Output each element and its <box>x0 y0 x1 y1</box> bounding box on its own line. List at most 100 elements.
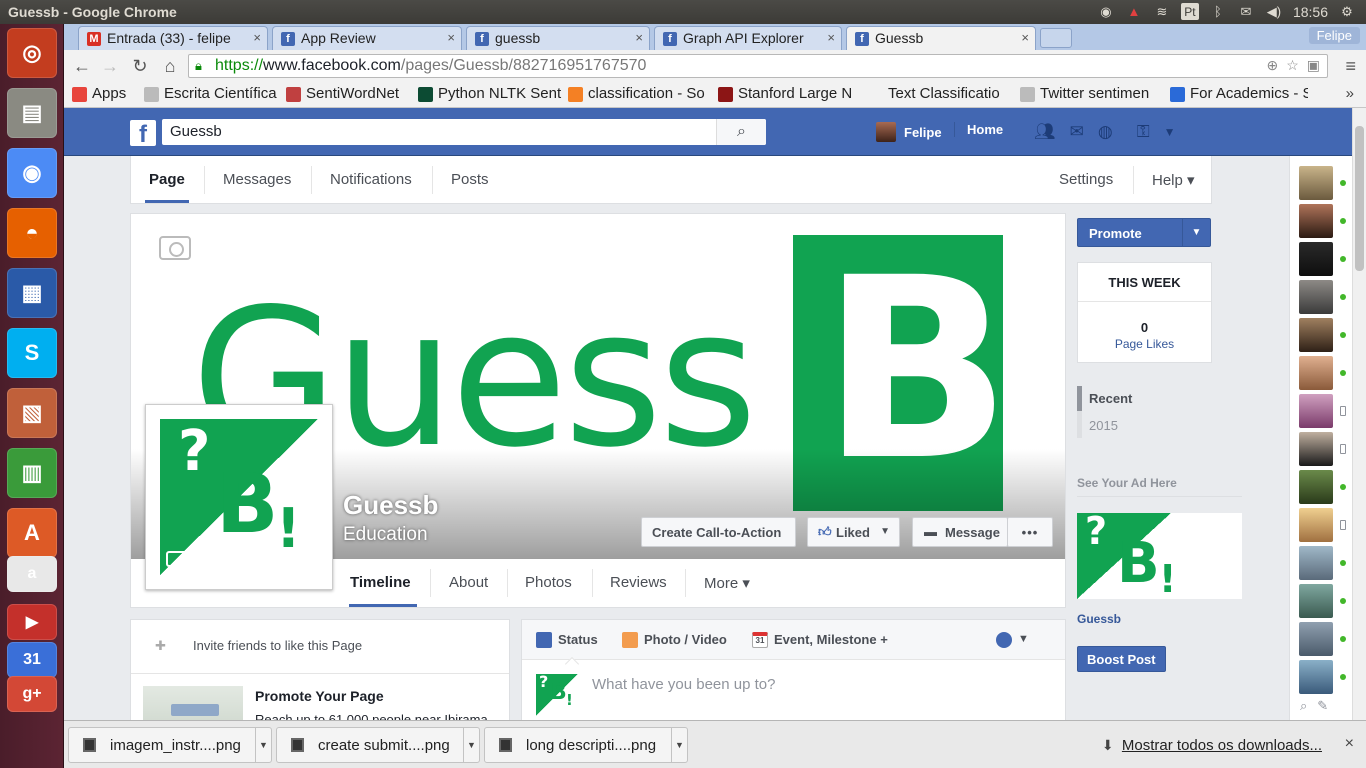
tab-app-review[interactable]: f App Review × <box>272 26 462 50</box>
ad-page-name[interactable]: Guessb <box>1077 612 1121 626</box>
close-tab-icon[interactable]: × <box>827 30 835 45</box>
new-tab-button[interactable] <box>1040 28 1072 48</box>
files-icon[interactable]: ▤ <box>7 88 57 138</box>
chrome-tray-icon[interactable]: ◉ <box>1097 3 1115 20</box>
download-item[interactable]: create submit....png ▼ <box>276 727 480 763</box>
boost-post-button[interactable]: Boost Post <box>1077 646 1166 672</box>
software-center-icon[interactable]: A <box>7 508 57 558</box>
page-title[interactable]: Guessb <box>343 490 438 521</box>
star-icon[interactable]: ☆ <box>1286 57 1299 74</box>
messages-icon[interactable]: ✉ <box>1070 122 1084 142</box>
tab-guessb[interactable]: f Guessb × <box>846 26 1036 50</box>
tab-more[interactable]: More ▾ <box>704 574 750 592</box>
address-bar[interactable]: 🔒︎ https://www.facebook.com/pages/Guessb… <box>188 54 1328 78</box>
chat-contact-avatar[interactable] <box>1299 470 1333 504</box>
bookmarks-overflow-icon[interactable]: » <box>1346 85 1354 102</box>
scrollbar-thumb[interactable] <box>1355 126 1364 271</box>
bookmark-item[interactable]: classification - So <box>568 85 710 102</box>
status-input[interactable]: What have you been up to? <box>592 676 775 693</box>
youtube-icon[interactable]: ▶ <box>7 604 57 640</box>
bookmark-item[interactable]: Python NLTK Sent <box>418 85 562 102</box>
user-profile-link[interactable]: Felipe <box>876 122 942 142</box>
chat-contact-avatar[interactable] <box>1299 318 1333 352</box>
promote-button[interactable]: Promote ▼ <box>1077 218 1211 247</box>
create-call-to-action-button[interactable]: Create Call-to-Action <box>641 517 796 547</box>
tab-reviews[interactable]: Reviews <box>610 574 667 591</box>
help-menu[interactable]: Help ▾ <box>1152 171 1195 189</box>
search-input[interactable]: Guessb <box>162 119 766 145</box>
chevron-down-icon[interactable]: ▼ <box>671 728 687 762</box>
notifications-globe-icon[interactable]: ◍ <box>1098 122 1113 142</box>
firefox-icon[interactable]: ◓ <box>7 208 57 258</box>
volume-icon[interactable]: ◀) <box>1265 3 1283 20</box>
message-button[interactable]: ▬ Message <box>912 517 1008 547</box>
tab-page[interactable]: Page <box>149 171 185 188</box>
page-scrollbar[interactable] <box>1352 108 1366 720</box>
page-category[interactable]: Education <box>343 524 428 546</box>
chevron-down-icon[interactable]: ▼ <box>463 728 479 762</box>
audience-globe-icon[interactable] <box>996 632 1012 648</box>
chevron-down-icon[interactable]: ▼ <box>1182 219 1210 246</box>
ad-preview-image[interactable]: ? B ! <box>1077 513 1242 599</box>
close-tab-icon[interactable]: × <box>253 30 261 45</box>
close-tab-icon[interactable]: × <box>1021 30 1029 45</box>
mail-icon[interactable]: ✉ <box>1237 3 1255 20</box>
chat-contact-avatar[interactable] <box>1299 622 1333 656</box>
tab-messages[interactable]: Messages <box>223 171 291 188</box>
tab-status[interactable]: Status <box>536 632 598 648</box>
reload-icon[interactable]: ↻ <box>130 56 150 76</box>
bookmark-item[interactable]: Twitter sentimen <box>1020 85 1160 102</box>
profile-button[interactable]: Felipe <box>1308 27 1360 44</box>
tab-photo-video[interactable]: Photo / Video <box>622 632 727 648</box>
chat-contact-avatar[interactable] <box>1299 394 1333 428</box>
clock[interactable]: 18:56 <box>1293 4 1328 20</box>
chrome-icon[interactable]: ◉ <box>7 148 57 198</box>
tab-photos[interactable]: Photos <box>525 574 572 591</box>
tab-guessb[interactable]: f guessb × <box>466 26 650 50</box>
download-item[interactable]: long descripti....png ▼ <box>484 727 688 763</box>
chat-contact-avatar[interactable] <box>1299 242 1333 276</box>
chat-contact-avatar[interactable] <box>1299 546 1333 580</box>
bookmark-item[interactable]: SentiWordNet <box>286 85 412 102</box>
chat-contact-avatar[interactable] <box>1299 660 1333 694</box>
tab-entrada-33-felipe[interactable]: M Entrada (33) - felipe × <box>78 26 268 50</box>
calc-icon[interactable]: ▥ <box>7 448 57 498</box>
chat-contact-avatar[interactable] <box>1299 584 1333 618</box>
bookmark-item[interactable]: Stanford Large N <box>718 85 858 102</box>
show-all-downloads-link[interactable]: ⬇ Mostrar todos os downloads... <box>1102 737 1322 754</box>
zoom-icon[interactable]: ⊕ <box>1266 57 1278 74</box>
tab-timeline[interactable]: Timeline <box>350 574 411 591</box>
page-likes-link[interactable]: Page Likes <box>1078 337 1211 351</box>
invite-friends-link[interactable]: Invite friends to like this Page <box>193 638 362 653</box>
power-icon[interactable]: ⚙ <box>1338 3 1356 20</box>
wifi-icon[interactable]: ≋ <box>1153 3 1171 20</box>
tab-graph-api-explorer[interactable]: f Graph API Explorer × <box>654 26 842 50</box>
bookmark-item[interactable]: For Academics - S <box>1170 85 1308 102</box>
friend-requests-icon[interactable]: 👥︎ <box>1034 122 1056 142</box>
chat-contact-avatar[interactable] <box>1299 204 1333 238</box>
promote-page-title[interactable]: Promote Your Page <box>255 688 384 704</box>
search-icon[interactable]: ⌕ <box>716 119 766 145</box>
liked-button[interactable]: 👍︎ Liked ▼ <box>807 517 900 547</box>
camera-icon[interactable] <box>166 551 188 567</box>
forward-icon[interactable]: → <box>100 56 120 76</box>
back-icon[interactable]: ← <box>72 56 92 76</box>
chrome-menu-icon[interactable]: ≡ <box>1345 56 1356 77</box>
calendar-icon[interactable]: 31 <box>7 642 57 678</box>
impress-icon[interactable]: ▧ <box>7 388 57 438</box>
invite-friends-row[interactable]: ✚ Invite friends to like this Page <box>131 620 509 674</box>
bluetooth-icon[interactable]: ᛒ <box>1209 3 1227 20</box>
bookmark-item[interactable]: Escrita Científica <box>144 85 280 102</box>
chat-contact-avatar[interactable] <box>1299 280 1333 314</box>
google-plus-icon[interactable]: g+ <box>7 676 57 712</box>
ubuntu-dash-icon[interactable]: ◎ <box>7 28 57 78</box>
download-item[interactable]: imagem_instr....png ▼ <box>68 727 272 763</box>
close-icon[interactable]: × <box>1345 735 1354 753</box>
warning-icon[interactable]: ▲ <box>1125 3 1143 20</box>
extension-icon[interactable]: ▣ <box>1307 57 1320 74</box>
close-tab-icon[interactable]: × <box>447 30 455 45</box>
compose-icon[interactable]: ✎ <box>1317 698 1328 714</box>
tab-about[interactable]: About <box>449 574 488 591</box>
chevron-down-icon[interactable]: ▼ <box>1018 633 1029 645</box>
bookmark-item[interactable]: Text Classificatio <box>868 85 1010 102</box>
